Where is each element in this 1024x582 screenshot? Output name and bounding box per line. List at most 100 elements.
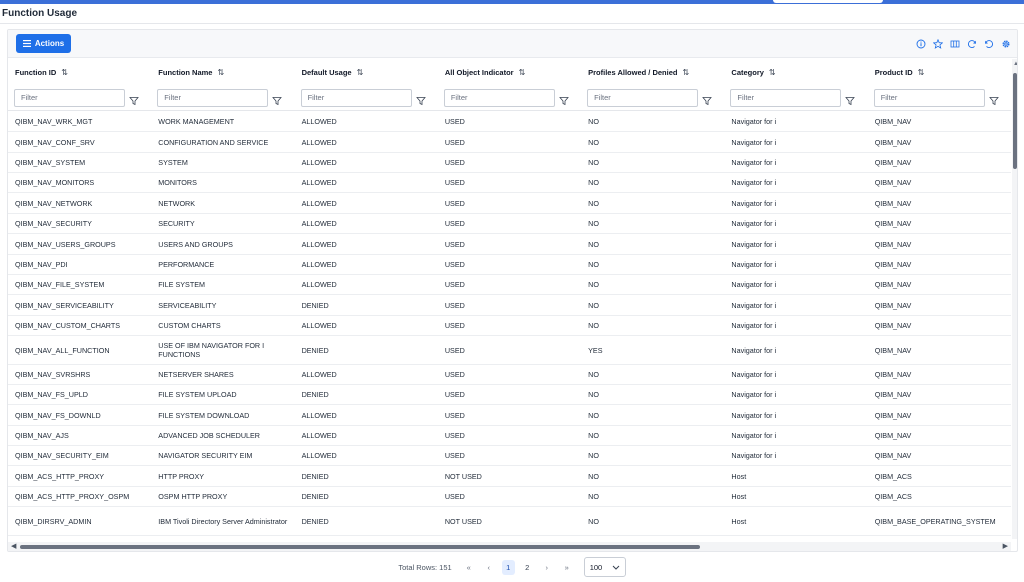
cell-function-name: FILE SYSTEM DOWNLOAD	[158, 410, 250, 420]
sort-icon[interactable]: ⇅	[217, 68, 224, 77]
filter-input-profiles-allowed-denied[interactable]	[587, 88, 699, 107]
cell-product-id: QIBM_NAV	[874, 219, 912, 228]
cell-default-usage: ALLOWED	[301, 451, 337, 460]
filter-funnel-icon[interactable]	[558, 93, 569, 105]
page-2-button[interactable]: 2	[521, 560, 534, 575]
cell-product-id: QIBM_NAV	[874, 137, 912, 147]
horizontal-scrollbar[interactable]: ◀ ▶	[8, 542, 1011, 551]
table-row[interactable]: QIBM_DIRSRV_ADMIN IBM Tivoli Directory Se…	[8, 507, 1011, 536]
cell-function-name: CUSTOM CHARTS	[158, 321, 221, 330]
gear-icon[interactable]	[1000, 38, 1011, 49]
page-size-value: 100	[589, 562, 603, 572]
table-row[interactable]: QIBM_NAV_FILE_SYSTEM FILE SYSTEM ALLOWED US…	[8, 275, 1011, 295]
cell-function-name: CONFIGURATION AND SERVICE	[158, 137, 269, 147]
scroll-left-arrow-icon[interactable]: ◀	[11, 542, 16, 550]
next-page-icon[interactable]: ›	[540, 560, 554, 574]
star-icon[interactable]	[932, 38, 943, 49]
table-row[interactable]: QIBM_NAV_SERVICEABILITY SERVICEABILITY DEN…	[8, 295, 1011, 316]
sort-icon[interactable]: ⇅	[918, 68, 925, 77]
vertical-scroll-thumb[interactable]	[1013, 73, 1017, 169]
filter-funnel-icon[interactable]	[129, 93, 139, 105]
horizontal-scroll-thumb[interactable]	[20, 545, 700, 549]
cell-function-id: QIBM_NAV_SECURITY	[15, 219, 92, 228]
actions-button[interactable]: Actions	[16, 34, 71, 53]
previous-page-icon[interactable]: ‹	[482, 560, 496, 574]
cell-function-id: QIBM_NAV_FS_DOWNLD	[15, 410, 101, 420]
table-row[interactable]: QIBM_NAV_SECURITY_EIM NAVIGATOR SECURITY …	[8, 446, 1011, 466]
cell-category: Navigator for i	[731, 158, 777, 167]
cell-default-usage: DENIED	[301, 300, 329, 310]
last-page-icon[interactable]: »	[560, 560, 574, 574]
filter-input-default-usage[interactable]	[300, 88, 412, 107]
cell-profiles-allowed-denied: NO	[588, 117, 599, 126]
column-settings-icon[interactable]	[949, 38, 960, 49]
table-row[interactable]: QIBM_NAV_SYSTEM SYSTEM ALLOWED USED NO Naviga…	[8, 153, 1011, 173]
table-row[interactable]: QIBM_NAV_AJS ADVANCED JOB SCHEDULER ALLOWE…	[8, 426, 1011, 446]
column-header-product-id[interactable]: Product ID ⇅	[868, 59, 1011, 85]
cell-function-id: QIBM_NAV_ALL_FUNCTION	[15, 345, 110, 355]
grid-header: Function ID ⇅ Function Name ⇅ Default Usage ⇅…	[8, 59, 1011, 85]
vertical-scrollbar[interactable]: ▲	[1012, 59, 1017, 539]
table-row[interactable]: QIBM_NAV_PDI PERFORMANCE ALLOWED USED NO Navi…	[8, 255, 1011, 275]
cell-function-name: FILE SYSTEM UPLOAD	[158, 390, 237, 399]
filter-funnel-icon[interactable]	[845, 93, 856, 105]
filter-input-function-id[interactable]	[14, 88, 125, 107]
cell-default-usage: ALLOWED	[301, 117, 337, 126]
refresh-icon[interactable]	[966, 38, 977, 49]
cell-default-usage: DENIED	[301, 471, 329, 481]
table-row[interactable]: QIBM_NAV_CUSTOM_CHARTS CUSTOM CHARTS ALLOW…	[8, 316, 1011, 336]
sort-icon[interactable]: ⇅	[357, 68, 364, 77]
column-header-default-usage[interactable]: Default Usage ⇅	[295, 59, 438, 85]
sort-icon[interactable]: ⇅	[682, 68, 689, 77]
table-row[interactable]: QIBM_NAV_MONITORS MONITORS ALLOWED USED NO Na…	[8, 173, 1011, 193]
cell-all-object-indicator: USED	[444, 370, 465, 379]
cell-product-id: QIBM_NAV	[874, 158, 912, 167]
table-row[interactable]: QIBM_NAV_FS_DOWNLD FILE SYSTEM DOWNLOAD AL…	[8, 405, 1011, 426]
filter-input-product-id[interactable]	[873, 88, 985, 107]
filter-funnel-icon[interactable]	[415, 93, 426, 105]
info-icon[interactable]	[915, 38, 926, 49]
sort-icon[interactable]: ⇅	[769, 68, 776, 77]
filter-funnel-icon[interactable]	[272, 93, 283, 105]
table-row[interactable]: QIBM_ACS_HTTP_PROXY HTTP PROXY DENIED NOT U…	[8, 466, 1011, 487]
table-row[interactable]: QIBM_NAV_CONF_SRV CONFIGURATION AND SERVI…	[8, 132, 1011, 153]
cell-function-name: IBM Tivoli Directory Server Administrato…	[158, 516, 288, 526]
table-row[interactable]: QIBM_NAV_SECURITY SECURITY ALLOWED USED NO Na…	[8, 214, 1011, 234]
cell-profiles-allowed-denied: NO	[588, 300, 599, 310]
cell-category: Navigator for i	[731, 390, 777, 399]
cell-function-id: QIBM_NAV_CONF_SRV	[15, 137, 95, 147]
filter-input-category[interactable]	[730, 88, 842, 107]
cell-category: Navigator for i	[731, 198, 777, 208]
filter-input-function-name[interactable]	[157, 88, 269, 107]
filter-input-all-object-indicator[interactable]	[443, 88, 555, 107]
filter-funnel-icon[interactable]	[702, 93, 712, 105]
column-header-profiles-allowed-denied[interactable]: Profiles Allowed / Denied ⇅	[581, 59, 724, 85]
table-row[interactable]: QIBM_NAV_SVRSHRS NETSERVER SHARES ALLOWED U…	[8, 365, 1011, 385]
column-header-label: Profiles Allowed / Denied	[588, 67, 678, 77]
cell-default-usage: DENIED	[301, 492, 329, 501]
filter-funnel-icon[interactable]	[988, 93, 999, 105]
grid-body: QIBM_NAV_WRK_MGT WORK MANAGEMENT ALLOWED US…	[8, 112, 1011, 536]
cell-profiles-allowed-denied: NO	[588, 321, 599, 330]
cell-function-name: OSPM HTTP PROXY	[158, 492, 228, 501]
cell-function-id: QIBM_NAV_SERVICEABILITY	[15, 300, 114, 310]
page-1-button[interactable]: 1	[501, 559, 515, 575]
column-header-function-name[interactable]: Function Name ⇅	[151, 59, 294, 85]
scroll-right-arrow-icon[interactable]: ▶	[1003, 542, 1008, 550]
sort-icon[interactable]: ⇅	[61, 68, 68, 77]
table-row[interactable]: QIBM_NAV_NETWORK NETWORK ALLOWED USED NO Navi…	[8, 193, 1011, 214]
column-header-all-object-indicator[interactable]: All Object Indicator ⇅	[438, 59, 581, 85]
table-row[interactable]: QIBM_NAV_ALL_FUNCTION USE OF IBM NAVIGATO…	[8, 336, 1011, 365]
first-page-icon[interactable]: «	[462, 560, 476, 574]
table-row[interactable]: QIBM_NAV_USERS_GROUPS USERS AND GROUPS ALL…	[8, 234, 1011, 255]
scroll-up-arrow-icon[interactable]: ▲	[1013, 61, 1017, 67]
reset-icon[interactable]	[983, 38, 994, 49]
column-header-category[interactable]: Category ⇅	[724, 59, 867, 85]
table-row[interactable]: QIBM_NAV_WRK_MGT WORK MANAGEMENT ALLOWED US…	[8, 112, 1011, 132]
column-header-function-id[interactable]: Function ID ⇅	[8, 59, 151, 85]
table-row[interactable]: QIBM_NAV_FS_UPLD FILE SYSTEM UPLOAD DENIED…	[8, 385, 1011, 405]
sort-icon[interactable]: ⇅	[519, 68, 526, 77]
page-size-select[interactable]: 100	[583, 557, 626, 577]
filter-cell	[151, 85, 294, 110]
table-row[interactable]: QIBM_ACS_HTTP_PROXY_OSPM OSPM HTTP PROXY D…	[8, 487, 1011, 507]
